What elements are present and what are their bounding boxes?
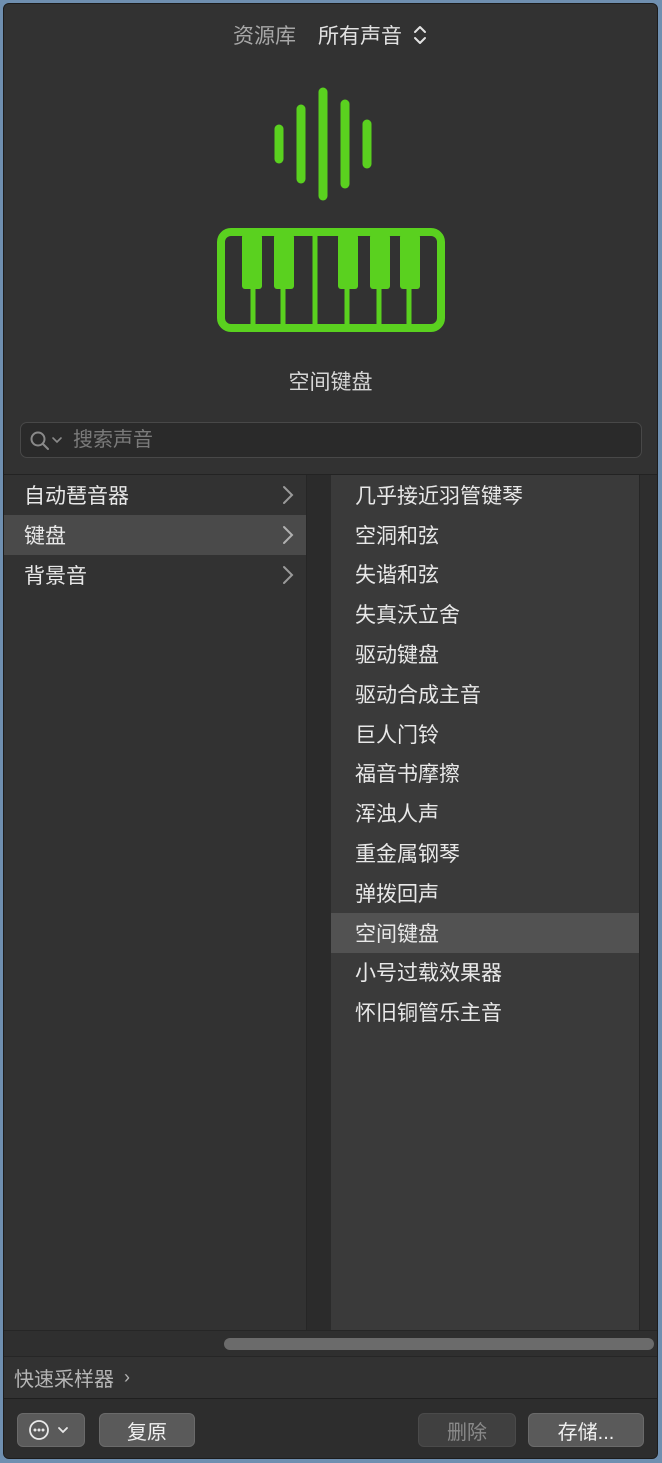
more-options-button[interactable] bbox=[17, 1413, 85, 1447]
patch-item[interactable]: 空洞和弦 bbox=[331, 515, 639, 555]
save-button[interactable]: 存储... bbox=[528, 1413, 644, 1447]
category-item-ambient[interactable]: 背景音 bbox=[4, 555, 306, 595]
chevron-right-icon bbox=[283, 486, 294, 504]
quick-sampler-label: 快速采样器 bbox=[14, 1369, 114, 1391]
patch-column: 几乎接近羽管键琴 空洞和弦 失谐和弦 失真沃立舍 驱动键盘 驱动合成主音 巨人门… bbox=[331, 475, 639, 1330]
patch-item[interactable]: 失真沃立舍 bbox=[331, 594, 639, 634]
patch-item[interactable]: 福音书摩擦 bbox=[331, 754, 639, 794]
category-item-arpeggiator[interactable]: 自动琶音器 bbox=[4, 475, 306, 515]
footer-toolbar: 复原 删除 存储... bbox=[4, 1398, 657, 1458]
category-column: 自动琶音器 键盘 背景音 bbox=[4, 475, 307, 1330]
category-label: 键盘 bbox=[24, 525, 66, 548]
patch-item[interactable]: 驱动键盘 bbox=[331, 634, 639, 674]
library-selector[interactable]: 所有声音 bbox=[318, 20, 402, 50]
library-header: 资源库 所有声音 bbox=[4, 4, 657, 66]
patch-item[interactable]: 驱动合成主音 bbox=[331, 674, 639, 714]
search-input[interactable] bbox=[71, 427, 641, 453]
updown-chevron-icon[interactable] bbox=[412, 24, 428, 46]
patch-item[interactable]: 巨人门铃 bbox=[331, 714, 639, 754]
column-divider bbox=[307, 475, 331, 1330]
chevron-right-icon bbox=[283, 566, 294, 584]
category-label: 背景音 bbox=[24, 565, 87, 588]
patch-item[interactable]: 失谐和弦 bbox=[331, 555, 639, 595]
patch-title: 空间键盘 bbox=[288, 371, 373, 394]
patch-item[interactable]: 弹拨回声 bbox=[331, 873, 639, 913]
column-empty bbox=[639, 475, 657, 1330]
keyboard-waveform-icon bbox=[216, 87, 445, 332]
patch-item[interactable]: 几乎接近羽管键琴 bbox=[331, 475, 639, 515]
library-label: 资源库 bbox=[233, 25, 296, 48]
chevron-right-icon bbox=[283, 526, 294, 544]
patch-item[interactable]: 小号过载效果器 bbox=[331, 953, 639, 993]
patch-artwork bbox=[4, 84, 657, 344]
patch-item-selected[interactable]: 空间键盘 bbox=[331, 912, 639, 953]
search-field[interactable] bbox=[20, 422, 642, 458]
category-item-keyboard[interactable]: 键盘 bbox=[4, 515, 306, 555]
search-icon[interactable] bbox=[29, 429, 65, 451]
category-label: 自动琶音器 bbox=[24, 485, 129, 508]
chevron-right-icon: › bbox=[124, 1367, 130, 1387]
revert-button[interactable]: 复原 bbox=[99, 1413, 195, 1447]
scrollbar-thumb[interactable] bbox=[224, 1338, 654, 1350]
patch-item[interactable]: 怀旧铜管乐主音 bbox=[331, 992, 639, 1032]
delete-button[interactable]: 删除 bbox=[418, 1413, 516, 1447]
patch-item[interactable]: 浑浊人声 bbox=[331, 793, 639, 833]
ellipsis-circle-icon bbox=[29, 1420, 68, 1440]
patch-item[interactable]: 重金属钢琴 bbox=[331, 833, 639, 873]
quick-sampler-link[interactable]: 快速采样器 › bbox=[4, 1356, 657, 1398]
library-panel: 资源库 所有声音 空间键盘 搜索声音 自动琶音器 键盘 背景音 几乎接近羽管键琴… bbox=[3, 3, 658, 1459]
